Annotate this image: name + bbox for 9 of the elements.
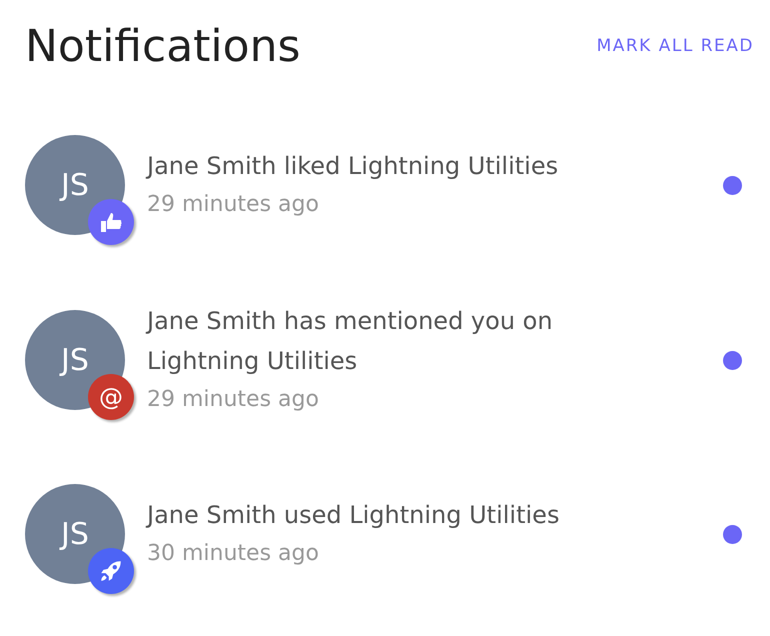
notification-message: Jane Smith has mentioned you on Lightning Utilities bbox=[147, 306, 554, 378]
mention-badge: @ bbox=[88, 374, 134, 420]
mark-all-read-button[interactable]: MARK ALL READ bbox=[596, 30, 754, 64]
notification-message: Jane Smith used Lightning Utilities bbox=[147, 500, 560, 532]
notification-message: Jane Smith liked Lightning Utilities bbox=[147, 151, 560, 182]
timestamp: 30 minutes ago bbox=[147, 540, 320, 568]
page-title: Notifications bbox=[25, 20, 300, 74]
timestamp: 29 minutes ago bbox=[147, 386, 320, 414]
timestamp: 29 minutes ago bbox=[147, 191, 320, 220]
